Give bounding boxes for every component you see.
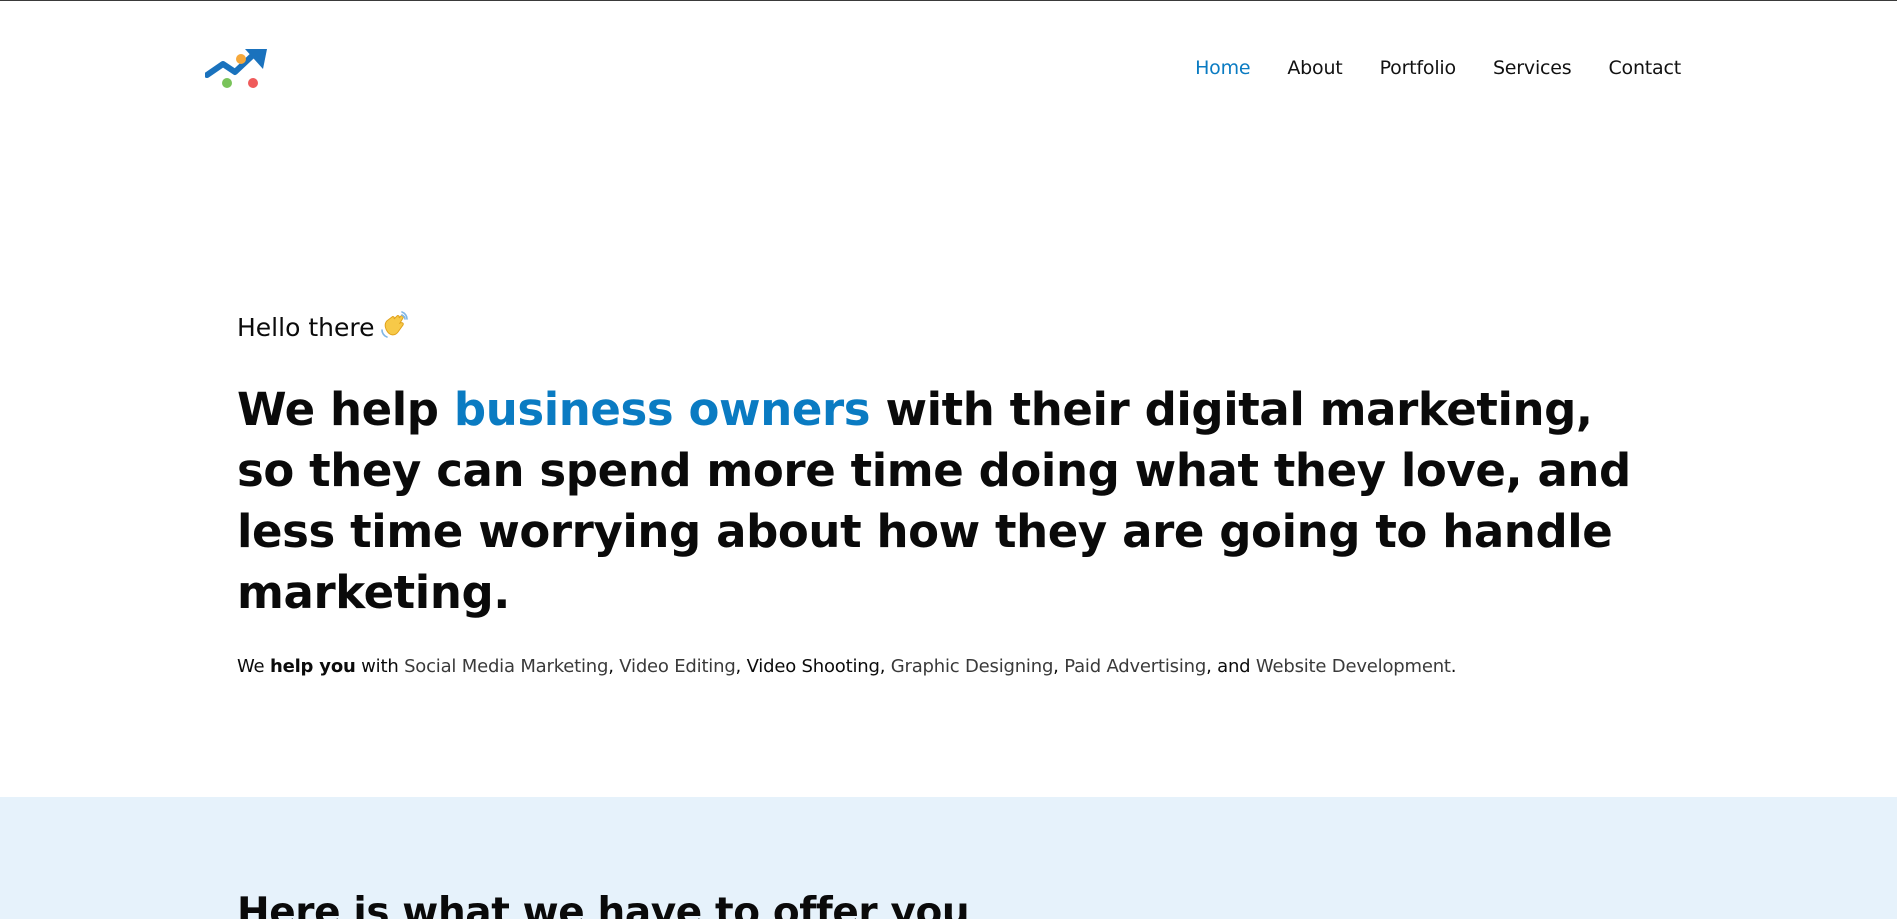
- nav-about[interactable]: About: [1287, 57, 1342, 79]
- service-social-media-marketing: Social Media Marketing: [404, 656, 609, 677]
- hero-headline: We help business owners with their digit…: [237, 379, 1657, 623]
- hero-section: Hello there We help business owners with…: [237, 310, 1687, 680]
- headline-highlight: business owners: [453, 383, 871, 436]
- offer-heading: Here is what we have to offer you: [237, 890, 970, 919]
- headline-lead: We help: [237, 383, 454, 436]
- services-summary: We help you with Social Media Marketing,…: [237, 654, 1687, 680]
- offer-section: Here is what we have to offer you: [0, 797, 1897, 919]
- service-video-editing: Video Editing: [619, 656, 736, 677]
- service-video-shooting: Video Shooting: [746, 656, 880, 677]
- services-separator-and: , and: [1206, 656, 1256, 677]
- services-separator: ,: [735, 656, 747, 677]
- nav-contact[interactable]: Contact: [1608, 57, 1681, 79]
- services-period: .: [1450, 656, 1457, 677]
- services-separator: ,: [879, 656, 891, 677]
- nav-home[interactable]: Home: [1195, 57, 1251, 79]
- services-separator: ,: [1053, 656, 1065, 677]
- site-header: Home About Portfolio Services Contact: [0, 0, 1897, 140]
- service-graphic-designing: Graphic Designing: [890, 656, 1054, 677]
- services-help-you: help you: [269, 656, 356, 677]
- nav-services[interactable]: Services: [1493, 57, 1572, 79]
- service-website-development: Website Development: [1255, 656, 1451, 677]
- service-paid-advertising: Paid Advertising: [1064, 656, 1207, 677]
- nav-portfolio[interactable]: Portfolio: [1380, 57, 1457, 79]
- services-with: with: [355, 656, 405, 677]
- waving-hand-icon: [381, 311, 409, 338]
- main-nav: Home About Portfolio Services Contact: [1195, 57, 1681, 79]
- growth-arrow-logo-icon[interactable]: [205, 47, 271, 91]
- services-intro: We: [237, 656, 270, 677]
- greeting-text: Hello there: [237, 313, 375, 342]
- hero-greeting: Hello there: [237, 310, 1687, 346]
- services-separator: ,: [608, 656, 620, 677]
